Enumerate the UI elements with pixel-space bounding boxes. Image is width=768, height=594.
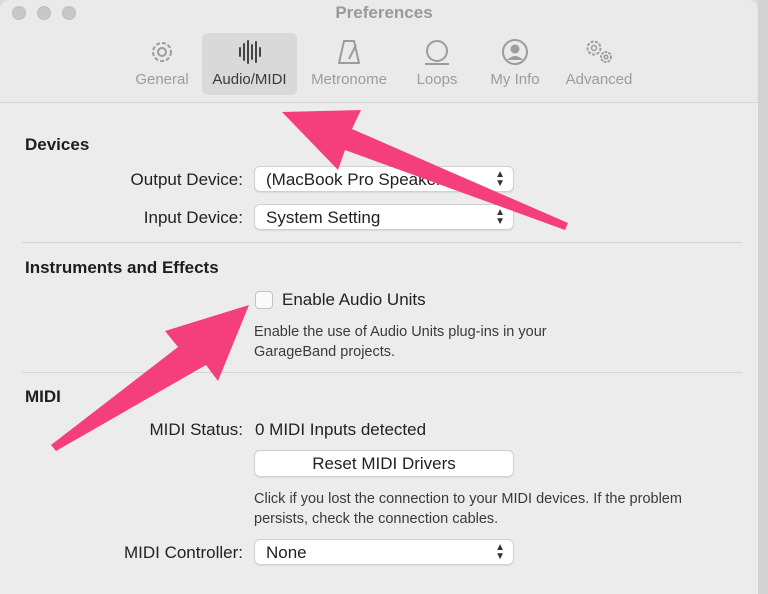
annotation-arrow-audio-midi (282, 110, 568, 230)
annotation-arrows (51, 110, 568, 451)
annotation-arrow-audio-units (51, 305, 249, 451)
